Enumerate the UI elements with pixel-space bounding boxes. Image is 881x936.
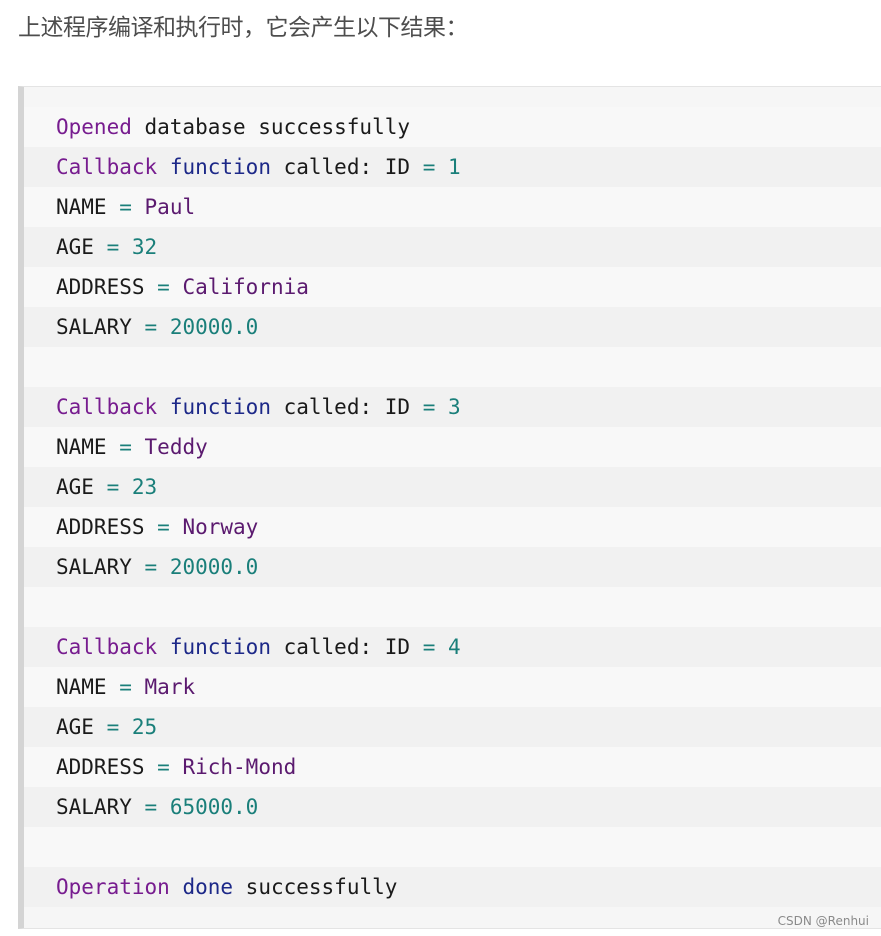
code-token: 65000.0 <box>169 795 259 819</box>
code-output-block: Opened database successfully Callback fun… <box>18 86 881 929</box>
code-line <box>24 587 881 627</box>
code-token: = <box>422 155 436 179</box>
code-token: = <box>144 315 158 339</box>
code-token: called: ID <box>270 155 423 179</box>
code-token: = <box>157 515 170 539</box>
code-line: SALARY = 20000.0 <box>24 547 881 587</box>
code-line: AGE = 23 <box>24 467 881 507</box>
code-token: Mark <box>144 675 196 699</box>
code-token: Opened <box>56 115 132 139</box>
code-token: Norway <box>182 515 259 539</box>
code-token: = <box>119 675 132 699</box>
code-token: AGE <box>56 475 107 499</box>
code-token: AGE <box>56 715 107 739</box>
code-token: Rich-Mond <box>182 755 297 779</box>
code-token: 1 <box>448 155 461 179</box>
code-token: SALARY <box>56 315 145 339</box>
code-token: = <box>106 715 120 739</box>
code-lines: Opened database successfully Callback fun… <box>24 107 881 907</box>
code-token: = <box>144 795 158 819</box>
code-line: Operation done successfully <box>24 867 881 907</box>
code-line <box>24 827 881 867</box>
code-token: Teddy <box>144 435 208 459</box>
code-token: function <box>169 635 271 659</box>
code-line: NAME = Mark <box>24 667 881 707</box>
code-token: = <box>422 635 436 659</box>
code-token: = <box>157 275 170 299</box>
code-line: AGE = 25 <box>24 707 881 747</box>
code-token: 20000.0 <box>169 555 259 579</box>
code-token: 3 <box>448 395 461 419</box>
code-token: NAME <box>56 435 120 459</box>
code-token: 23 <box>131 475 158 499</box>
code-token: = <box>157 755 170 779</box>
code-token: Callback <box>56 635 158 659</box>
code-line: SALARY = 20000.0 <box>24 307 881 347</box>
code-token: ADDRESS <box>56 755 158 779</box>
code-line: NAME = Paul <box>24 187 881 227</box>
code-token: done <box>182 875 234 899</box>
code-token: = <box>422 395 436 419</box>
code-token: Callback <box>56 155 158 179</box>
code-line: ADDRESS = Rich-Mond <box>24 747 881 787</box>
intro-text: 上述程序编译和执行时，它会产生以下结果： <box>18 15 469 41</box>
code-token: = <box>106 235 120 259</box>
watermark: CSDN @Renhui <box>777 914 869 928</box>
code-token: function <box>169 395 271 419</box>
code-token: SALARY <box>56 795 145 819</box>
code-token: function <box>169 155 271 179</box>
code-token: called: ID <box>270 395 423 419</box>
code-token: ADDRESS <box>56 515 158 539</box>
code-token: = <box>119 435 132 459</box>
code-token: successfully <box>233 875 398 899</box>
code-token: database successfully <box>131 115 411 139</box>
code-token: NAME <box>56 675 120 699</box>
code-token: ADDRESS <box>56 275 158 299</box>
code-line: Opened database successfully <box>24 107 881 147</box>
code-token: AGE <box>56 235 107 259</box>
code-token: 4 <box>448 635 461 659</box>
code-token: SALARY <box>56 555 145 579</box>
code-line: SALARY = 65000.0 <box>24 787 881 827</box>
code-token: Operation <box>56 875 170 899</box>
code-line <box>24 347 881 387</box>
code-line: AGE = 32 <box>24 227 881 267</box>
code-token: California <box>182 275 309 299</box>
code-line: Callback function called: ID = 1 <box>24 147 881 187</box>
code-token: called: ID <box>270 635 423 659</box>
code-line: Callback function called: ID = 4 <box>24 627 881 667</box>
code-line: Callback function called: ID = 3 <box>24 387 881 427</box>
code-line: NAME = Teddy <box>24 427 881 467</box>
code-line: ADDRESS = California <box>24 267 881 307</box>
code-token: = <box>144 555 158 579</box>
code-token: 20000.0 <box>169 315 259 339</box>
code-token: Callback <box>56 395 158 419</box>
code-line: ADDRESS = Norway <box>24 507 881 547</box>
code-token: 25 <box>131 715 158 739</box>
code-token: 32 <box>131 235 158 259</box>
code-token: = <box>119 195 132 219</box>
code-token: = <box>106 475 120 499</box>
code-token: Paul <box>144 195 196 219</box>
code-token: NAME <box>56 195 120 219</box>
